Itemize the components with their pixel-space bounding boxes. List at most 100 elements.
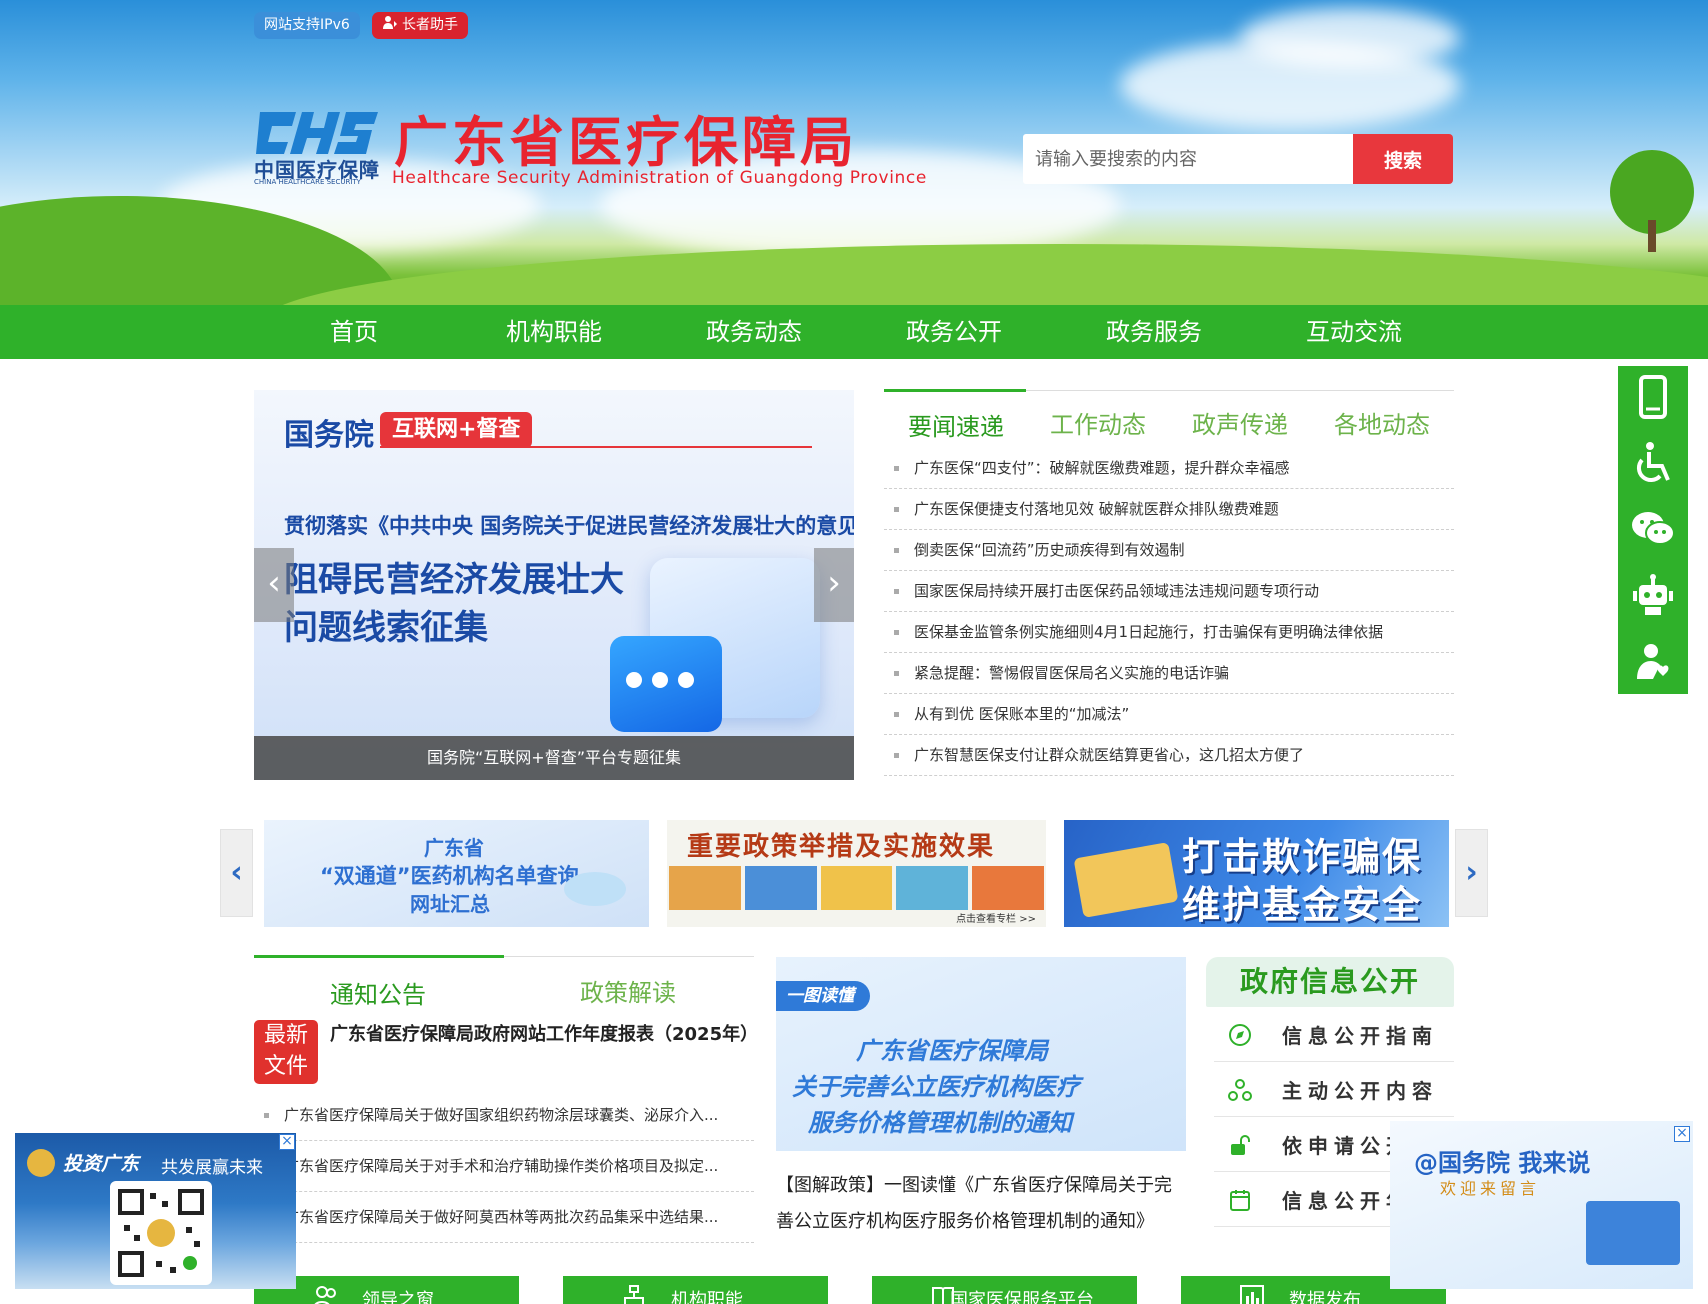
hero-caption[interactable]: 国务院“互联网+督查”平台专题征集 — [254, 736, 854, 780]
latest-tag-line1: 最新 — [263, 1023, 308, 1048]
accessibility-icon[interactable] — [1618, 432, 1688, 494]
tab-work-news[interactable]: 工作动态 — [1050, 405, 1146, 440]
ipv6-badge[interactable]: 网站支持IPv6 — [254, 12, 360, 39]
banner2-note: 点击查看专栏 >> — [956, 914, 1036, 925]
gov-info-guide[interactable]: 信息公开指南 — [1214, 1007, 1454, 1062]
banner3-line2: 维护基金安全 — [1182, 882, 1423, 927]
notice-item[interactable]: 广东省医疗保障局关于对手术和治疗辅助操作类价格项目及拟定... — [254, 1141, 754, 1192]
hill-decoration — [260, 244, 1708, 305]
hero-next-button[interactable]: › — [814, 548, 854, 622]
nav-item-gov-service[interactable]: 政务服务 — [1106, 305, 1202, 359]
news-item[interactable]: 从有到优 医保账本里的“加减法” — [884, 694, 1454, 735]
infographic-image[interactable]: 一图读懂 广东省医疗保障局 关于完善公立医疗机构医疗 服务价格管理机制的通知 — [776, 957, 1186, 1151]
news-item[interactable]: 广东智慧医保支付让群众就医结算更省心，这几招太方便了 — [884, 735, 1454, 776]
hero-header-tag: 互联网+督查 — [380, 412, 533, 448]
people-icon — [314, 1286, 336, 1304]
site-header: 网站支持IPv6 长者助手 中国医疗保障 CHINA HEALTHCARE SE… — [0, 0, 1708, 305]
active-tab-indicator — [254, 955, 504, 958]
hero-divider — [380, 446, 812, 448]
tab-local-news[interactable]: 各地动态 — [1334, 405, 1430, 440]
elder-assistant-label: 长者助手 — [402, 17, 458, 33]
compass-icon — [1229, 1024, 1251, 1046]
hero-text-line2: 阻碍民营经济发展壮大 — [284, 560, 624, 600]
news-item[interactable]: 广东医保“四支付”：破解就医缴费难题，提升群众幸福感 — [884, 448, 1454, 489]
card-illustration-icon — [1073, 842, 1179, 918]
close-icon[interactable]: × — [279, 1134, 295, 1150]
tab-gov-voice[interactable]: 政声传递 — [1192, 405, 1288, 440]
banner-dual-channel[interactable]: 广东省 “双通道”医药机构名单查询 网址汇总 — [264, 820, 649, 927]
site-title: 广东省医疗保障局 — [394, 110, 858, 174]
bar-chart-icon — [1240, 1285, 1264, 1304]
infographic-link[interactable]: 【图解政策】一图读懂《广东省医疗保障局关于完善公立医疗机构医疗服务价格管理机制的… — [776, 1168, 1188, 1240]
nav-item-home[interactable]: 首页 — [330, 305, 378, 359]
banner-anti-fraud[interactable]: 打击欺诈骗保 维护基金安全 — [1064, 820, 1449, 927]
org-chart-icon — [624, 1285, 644, 1304]
news-item[interactable]: 倒卖医保“回流药”历史顽疾得到有效遏制 — [884, 530, 1454, 571]
tree-decoration — [1648, 220, 1656, 252]
latest-tag-line2: 文件 — [263, 1054, 308, 1079]
hero-prev-button[interactable]: ‹ — [254, 548, 294, 622]
news-item[interactable]: 紧急提醒：警惕假冒医保局名义实施的电话诈骗 — [884, 653, 1454, 694]
nav-item-gov-news[interactable]: 政务动态 — [706, 305, 802, 359]
infographic-tag: 一图读懂 — [776, 981, 870, 1011]
calendar-icon — [1230, 1190, 1250, 1211]
institution-function-button[interactable]: 机构职能 — [563, 1276, 828, 1304]
nav-item-institutions[interactable]: 机构职能 — [506, 305, 602, 359]
close-icon[interactable]: × — [1674, 1126, 1690, 1142]
banner-prev-button[interactable]: ‹ — [220, 829, 253, 917]
popup-left-subtitle: 共发展赢未来 — [161, 1158, 263, 1178]
elder-icon — [382, 12, 398, 39]
tab-headlines[interactable]: 要闻速递 — [908, 407, 1004, 442]
news-item[interactable]: 广东医保便捷支付落地见效 破解就医群众排队缴费难题 — [884, 489, 1454, 530]
infographic-line1: 广东省医疗保障局 — [856, 1037, 1048, 1065]
banner-policy-effects[interactable]: 重要政策举措及实施效果 点击查看专栏 >> — [667, 820, 1046, 927]
bottom-button-label: 数据发布 — [1289, 1290, 1361, 1304]
tab-policy-interpretation[interactable]: 政策解读 — [580, 973, 676, 1008]
gov-info-title: 政府信息公开 — [1206, 957, 1454, 1007]
gov-info-label: 信息公开指南 — [1282, 1024, 1438, 1048]
latest-file-badge: 最新 文件 — [254, 1020, 318, 1084]
elder-care-icon[interactable] — [1618, 630, 1688, 692]
national-platform-button[interactable]: 国家医保服务平台 — [872, 1276, 1137, 1304]
nav-item-interaction[interactable]: 互动交流 — [1306, 305, 1402, 359]
hero-carousel[interactable]: 国务院 互联网+督查 贯彻落实《中共中央 国务院关于促进民营经济发展壮大的意见》… — [254, 390, 854, 780]
pill-illustration-icon — [564, 872, 626, 906]
gov-info-label: 主动公开内容 — [1282, 1079, 1438, 1103]
tab-notices[interactable]: 通知公告 — [330, 975, 426, 1010]
search-button[interactable]: 搜索 — [1353, 134, 1453, 184]
monitor-illustration-icon — [1586, 1201, 1680, 1265]
banner2-title: 重要政策举措及实施效果 — [687, 832, 996, 862]
popup-right-subtitle: 欢迎来留言 — [1440, 1179, 1541, 1198]
search-input[interactable] — [1023, 134, 1353, 184]
hero-text-line3: 问题线索征集 — [284, 608, 488, 648]
invest-logo-icon — [27, 1149, 55, 1177]
latest-file-title[interactable]: 广东省医疗保障局政府网站工作年度报表（2025年） — [330, 1020, 758, 1046]
notice-item[interactable]: 广东省医疗保障局关于做好阿莫西林等两批次药品集采中选结果... — [254, 1192, 754, 1243]
banner-next-button[interactable]: › — [1455, 829, 1488, 917]
popup-right-title: @国务院 我来说 — [1414, 1149, 1591, 1177]
banner1-line3: 网址汇总 — [410, 892, 490, 916]
news-item[interactable]: 医保基金监管条例实施细则4月1日起施行，打击骗保有更明确法律依据 — [884, 612, 1454, 653]
qr-code-icon — [110, 1181, 212, 1285]
bottom-button-label: 机构职能 — [671, 1290, 743, 1304]
logo-english-text: CHINA HEALTHCARE SECURITY — [254, 178, 361, 186]
hero-header-left: 国务院 — [284, 418, 374, 453]
robot-icon[interactable] — [1618, 564, 1688, 626]
floating-toolbar — [1618, 366, 1688, 694]
invest-guangdong-popup[interactable]: 投资广东 共发展赢未来 — [15, 1133, 296, 1289]
banner2-illustrations — [667, 866, 1046, 910]
notice-tabs: 通知公告 政策解读 — [254, 955, 754, 1009]
elder-assistant-button[interactable]: 长者助手 — [372, 12, 468, 39]
news-item[interactable]: 国家医保局持续开展打击医保药品领域违法违规问题专项行动 — [884, 571, 1454, 612]
search-bar: 搜索 — [1023, 134, 1453, 184]
banner1-line1: 广东省 — [424, 836, 484, 860]
state-council-message-popup[interactable]: @国务院 我来说 欢迎来留言 — [1390, 1121, 1693, 1289]
notice-item[interactable]: 广东省医疗保障局关于做好国家组织药物涂层球囊类、泌尿介入... — [254, 1090, 754, 1141]
unlock-icon — [1231, 1135, 1250, 1155]
banner1-line2: “双通道”医药机构名单查询 — [320, 864, 579, 888]
network-icon — [1228, 1079, 1252, 1101]
mobile-icon[interactable] — [1618, 366, 1688, 428]
gov-info-proactive[interactable]: 主动公开内容 — [1214, 1062, 1454, 1117]
wechat-icon[interactable] — [1618, 498, 1688, 560]
nav-item-gov-open[interactable]: 政务公开 — [906, 305, 1002, 359]
